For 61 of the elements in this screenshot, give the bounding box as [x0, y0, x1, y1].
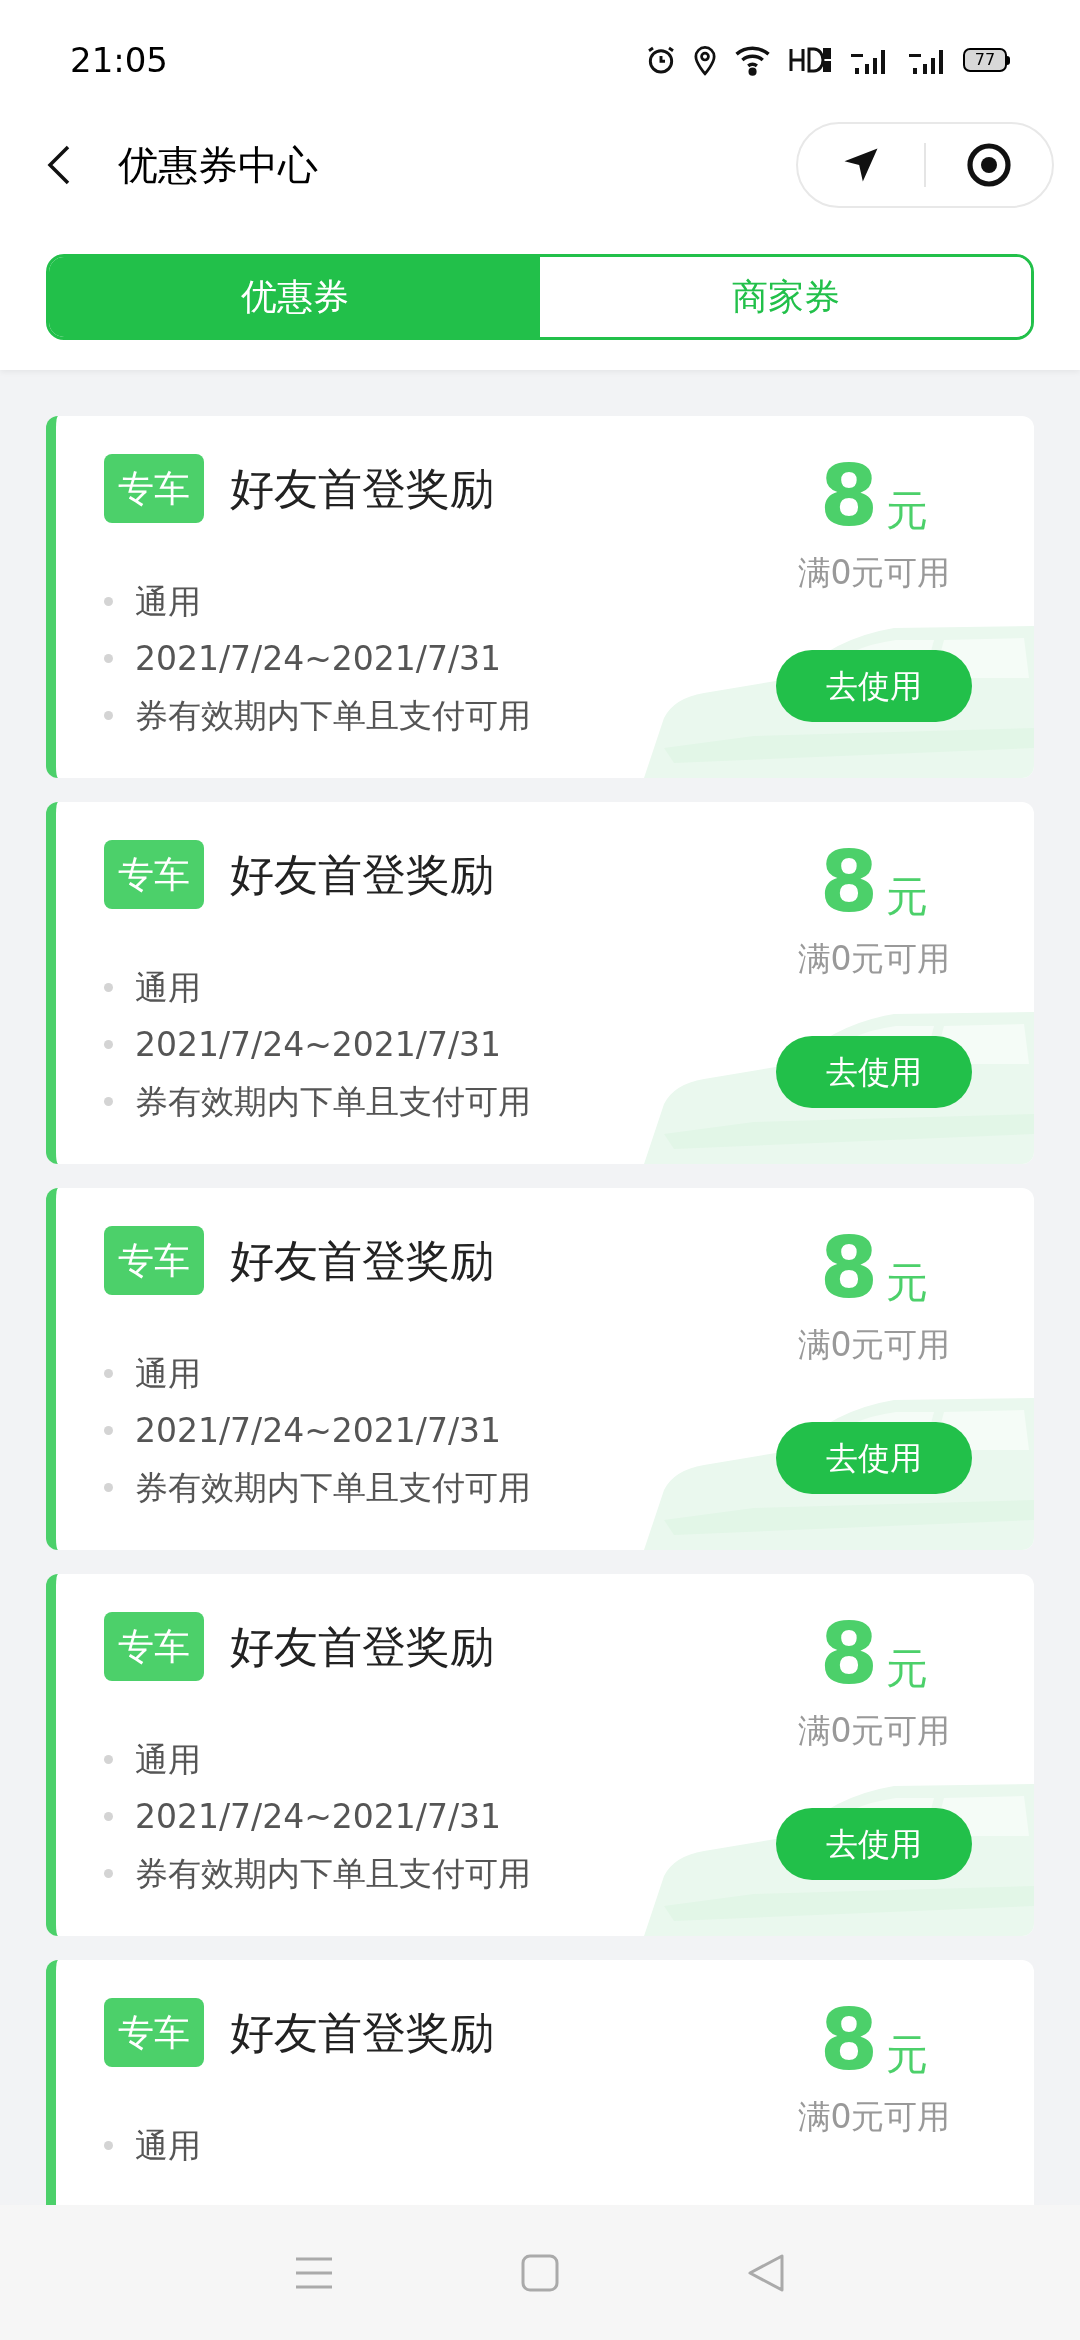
coupon-amount: 8: [819, 1612, 879, 1696]
use-button[interactable]: 去使用: [776, 649, 972, 722]
coupon-detail: 通用: [135, 1738, 201, 1781]
currency-unit: 元: [886, 2029, 929, 2081]
category-tag: 专车: [104, 1226, 204, 1295]
page-title: 优惠券中心: [118, 141, 318, 190]
usage-condition: 满0元可用: [797, 2096, 951, 2138]
coupon-title: 好友首登奖励: [230, 847, 494, 902]
bullet-icon: [104, 654, 113, 663]
bullet-icon: [104, 1097, 113, 1106]
category-tag: 专车: [104, 454, 204, 523]
coupon-detail: 通用: [135, 966, 201, 1009]
coupon-detail: 券有效期内下单且支付可用: [135, 1852, 531, 1895]
bullet-icon: [104, 711, 113, 720]
bullet-icon: [104, 1426, 113, 1435]
bullet-icon: [104, 983, 113, 992]
coupon-detail: 通用: [135, 1352, 201, 1395]
coupon-detail: 2021/7/24~2021/7/31: [135, 637, 502, 680]
coupon-detail: 2021/7/24~2021/7/31: [135, 1023, 502, 1066]
coupon-title: 好友首登奖励: [230, 1619, 494, 1674]
currency-unit: 元: [886, 1257, 929, 1309]
target-icon[interactable]: [965, 141, 1013, 189]
coupon-title: 好友首登奖励: [230, 1233, 494, 1288]
category-tag: 专车: [104, 1998, 204, 2067]
bullet-icon: [104, 597, 113, 606]
bullet-icon: [104, 1869, 113, 1878]
use-button[interactable]: 去使用: [776, 1035, 972, 1108]
alarm-icon: [645, 44, 677, 76]
coupon-amount: 8: [819, 1226, 879, 1310]
coupon-detail: 通用: [135, 580, 201, 623]
bullet-icon: [104, 1040, 113, 1049]
coupon-amount: 8: [819, 454, 879, 538]
status-time: 21:05: [70, 38, 168, 82]
coupon-detail: 券有效期内下单且支付可用: [135, 1080, 531, 1123]
category-tag: 专车: [104, 1612, 204, 1681]
coupon-title: 好友首登奖励: [230, 461, 494, 516]
coupon-detail: 通用: [135, 2124, 201, 2167]
coupon-detail: 券有效期内下单且支付可用: [135, 1466, 531, 1509]
coupon-detail: 2021/7/24~2021/7/31: [135, 1795, 502, 1838]
category-tag: 专车: [104, 840, 204, 909]
coupon-amount: 8: [819, 840, 879, 924]
bullet-icon: [104, 1369, 113, 1378]
usage-condition: 满0元可用: [797, 1324, 951, 1366]
usage-condition: 满0元可用: [797, 1710, 951, 1752]
coupon-detail: 2021/7/24~2021/7/31: [135, 1409, 502, 1452]
currency-unit: 元: [886, 485, 929, 537]
currency-unit: 元: [886, 871, 929, 923]
use-button[interactable]: 去使用: [776, 1421, 972, 1494]
coupon-title: 好友首登奖励: [230, 2005, 494, 2060]
usage-condition: 满0元可用: [797, 938, 951, 980]
bullet-icon: [104, 2141, 113, 2150]
tab[interactable]: 优惠券: [49, 257, 540, 337]
bullet-icon: [104, 1755, 113, 1764]
use-button[interactable]: 去使用: [776, 1807, 972, 1880]
bullet-icon: [104, 1483, 113, 1492]
coupon-detail: 券有效期内下单且支付可用: [135, 694, 531, 737]
coupon-amount: 8: [819, 1998, 879, 2082]
usage-condition: 满0元可用: [797, 552, 951, 594]
battery-icon: 77: [963, 48, 1010, 72]
bullet-icon: [104, 1812, 113, 1821]
currency-unit: 元: [886, 1643, 929, 1695]
